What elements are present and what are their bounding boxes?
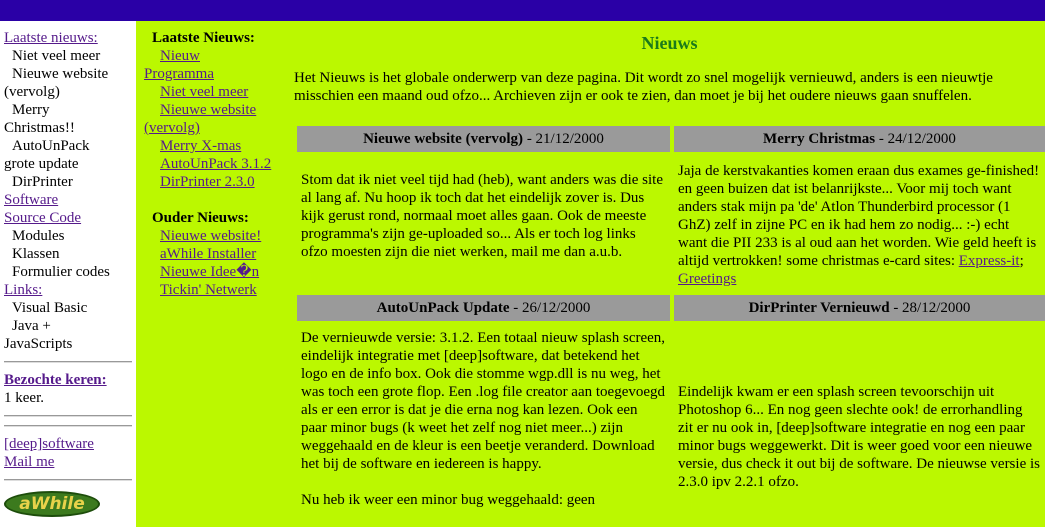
news-card-header: DirPrinter Vernieuwd - 28/12/2000 [674,295,1045,321]
news-card-paragraph: Stom dat ik niet veel tijd had (heb), wa… [301,171,666,261]
left-nav-list: Laatste nieuws: Niet veel meer Nieuwe webs… [4,29,132,353]
left-nav-item: grote update [4,156,79,172]
news-card-body: De vernieuwde versie: 3.1.2. Een totaal … [297,329,670,509]
older-news-link[interactable]: aWhile Installer [144,245,272,263]
latest-news-link[interactable]: Nieuw Programma [144,47,272,83]
left-nav-item: Java + [12,318,51,334]
older-news-link[interactable]: Nieuwe website! [144,227,272,245]
news-card: AutoUnPack Update - 26/12/2000 De vernieu… [297,295,670,527]
ecard-link[interactable]: Greetings [678,271,736,287]
latest-news-link[interactable]: Nieuwe website (vervolg) [144,101,272,137]
news-card-paragraph: De vernieuwde versie: 3.1.2. Een totaal … [301,329,666,473]
left-nav-item: JavaScripts [4,336,73,352]
news-card-body: Jaja de kerstvakanties komen eraan dus e… [674,162,1045,288]
news-content: Nieuws Het Nieuws is het globale onderwe… [294,29,1045,508]
left-nav-link[interactable]: Source Code [4,209,132,227]
news-card-title: AutoUnPack Update [376,300,510,316]
visits-value: 1 keer. [4,390,44,406]
news-card: DirPrinter Vernieuwd - 28/12/2000 Eindeli… [674,295,1045,527]
older-news-link[interactable]: Nieuwe Idee�n [144,263,272,281]
latest-news-link[interactable]: AutoUnPack 3.1.2 [144,155,272,173]
news-card-date: - 21/12/2000 [523,131,604,147]
latest-news-heading: Laatste Nieuws: [152,30,255,46]
left-nav-item: Christmas!! [4,120,75,136]
news-card-text: Stom dat ik niet veel tijd had (heb), wa… [301,172,663,260]
divider [4,361,132,363]
left-nav-item: (vervolg) [4,84,60,100]
left-nav-item: Modules [12,228,65,244]
left-nav-item: AutoUnPack [12,138,90,154]
left-nav-item: Formulier codes [12,264,110,280]
left-nav-item: DirPrinter [12,174,73,190]
news-card-title: DirPrinter Vernieuwd [748,300,890,316]
left-nav-item: Nieuwe website [12,66,109,82]
news-subnav: Laatste Nieuws: Nieuw Programma Niet veel… [144,29,272,299]
visits-label[interactable]: Bezochte keren: [4,371,132,389]
news-card-paragraph: Jaja de kerstvakanties komen eraan dus e… [678,162,1041,288]
latest-news-link[interactable]: DirPrinter 2.3.0 [144,173,272,191]
intro-text: Het Nieuws is het globale onderwerp van … [294,70,993,104]
left-nav-item: Klassen [12,246,60,262]
deep-software-link[interactable]: [deep]software [4,435,132,453]
news-card-text: Nu heb ik weer een minor bug weggehaald:… [301,492,596,508]
left-nav-link[interactable]: Software [4,191,132,209]
news-card: Nieuwe website (vervolg) - 21/12/2000 Sto… [297,126,670,292]
news-card-title: Nieuwe website (vervolg) [363,131,524,147]
latest-news-link[interactable]: Merry X-mas [144,137,272,155]
news-card-text: Eindelijk kwam er een splash screen tevo… [678,384,1040,490]
news-card-date: - 24/12/2000 [875,131,956,147]
news-card-paragraph: Nu heb ik weer een minor bug weggehaald:… [301,491,666,509]
ecard-link[interactable]: Express-it [959,253,1020,269]
news-card-header: AutoUnPack Update - 26/12/2000 [297,295,670,321]
awhile-logo[interactable]: aWhile [4,491,100,517]
mail-me-link[interactable]: Mail me [4,453,132,471]
news-card-body: Eindelijk kwam er een splash screen tevo… [674,383,1045,491]
older-news-list: Nieuwe website! aWhile Installer Nieuwe Id… [144,227,272,299]
left-navigation: Laatste nieuws: Niet veel meer Nieuwe webs… [0,21,136,527]
older-news-link[interactable]: Tickin' Netwerk [144,281,272,299]
page-title: Nieuws [641,33,698,53]
separator: ; [1019,253,1024,269]
news-card-date: - 26/12/2000 [509,300,591,316]
news-card-title: Merry Christmas [763,131,876,147]
main-area: Laatste Nieuws: Nieuw Programma Niet veel… [136,21,1045,527]
divider [4,415,132,417]
left-nav-link[interactable]: Laatste nieuws: [4,29,132,47]
news-card-header: Merry Christmas - 24/12/2000 [674,126,1045,152]
divider [4,425,132,427]
latest-news-link[interactable]: Niet veel meer [144,83,272,101]
older-news-heading: Ouder Nieuws: [152,210,249,226]
news-card: Merry Christmas - 24/12/2000 Jaja de kers… [674,126,1045,292]
latest-news-list: Nieuw Programma Niet veel meer Nieuwe webs… [144,47,272,191]
top-banner [0,0,1045,21]
divider [4,479,132,481]
left-nav-item: Niet veel meer [12,48,101,64]
news-card-paragraph: Eindelijk kwam er een splash screen tevo… [678,383,1041,491]
news-card-text: De vernieuwde versie: 3.1.2. Een totaal … [301,330,666,472]
news-card-header: Nieuwe website (vervolg) - 21/12/2000 [297,126,670,152]
news-card-body: Stom dat ik niet veel tijd had (heb), wa… [297,171,670,261]
left-nav-item: Merry [12,102,50,118]
left-nav-link[interactable]: Links: [4,281,132,299]
left-nav-item: Visual Basic [12,300,88,316]
news-card-date: - 28/12/2000 [889,300,971,316]
